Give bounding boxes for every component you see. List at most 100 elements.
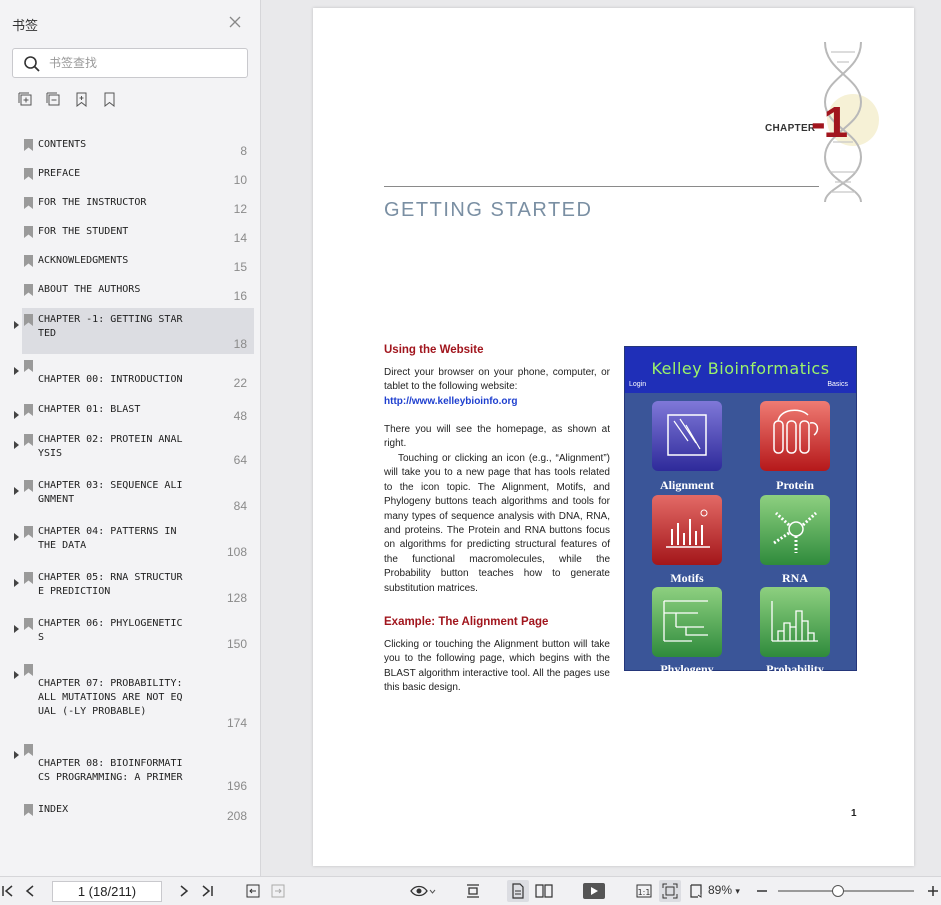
bookmark-item[interactable]: INDEX 208 bbox=[0, 798, 261, 824]
bookmark-item[interactable]: CHAPTER 06: PHYLOGENETIC S 150 bbox=[0, 612, 261, 654]
figure-title: Kelley Bioinformatics bbox=[651, 359, 830, 378]
next-page-icon[interactable] bbox=[176, 883, 192, 899]
search-icon bbox=[23, 55, 41, 73]
bookmark-icon bbox=[24, 525, 33, 538]
bookmark-page-number: 16 bbox=[233, 289, 247, 303]
rna-label: RNA bbox=[782, 571, 808, 585]
paragraph: Touching or clicking an icon (e.g., “Ali… bbox=[384, 453, 610, 594]
bookmark-label: CONTENTS bbox=[38, 139, 87, 150]
zoom-dropdown[interactable]: 89% ▾ bbox=[708, 883, 740, 897]
bookmark-icon bbox=[24, 225, 33, 238]
bookmark-page-number: 208 bbox=[226, 809, 247, 823]
bookmark-page-number: 84 bbox=[233, 499, 247, 513]
bookmark-page-number: 108 bbox=[226, 545, 247, 559]
bookmark-item[interactable]: CHAPTER 02: PROTEIN ANAL YSIS 64 bbox=[0, 428, 261, 470]
zoom-slider-handle[interactable] bbox=[832, 885, 844, 897]
bookmark-item[interactable]: CHAPTER 05: RNA STRUCTUR E PREDICTION 128 bbox=[0, 566, 261, 608]
close-icon[interactable] bbox=[228, 15, 244, 31]
bookmark-item[interactable]: FOR THE STUDENT 14 bbox=[0, 220, 261, 246]
single-page-icon[interactable] bbox=[510, 883, 526, 899]
page-number-input[interactable] bbox=[52, 881, 162, 902]
bookmark-item[interactable]: FOR THE INSTRUCTOR 12 bbox=[0, 191, 261, 217]
bookmark-label: INDEX bbox=[38, 804, 69, 815]
paragraph: Direct your browser on your phone, compu… bbox=[384, 366, 610, 409]
bookmark-icon bbox=[24, 479, 33, 492]
bookmark-icon bbox=[24, 571, 33, 584]
bookmark-icon[interactable] bbox=[102, 92, 117, 108]
bookmark-page-number: 128 bbox=[226, 591, 247, 605]
bookmark-item[interactable]: ABOUT THE AUTHORS 16 bbox=[0, 278, 261, 304]
expand-all-icon[interactable] bbox=[18, 92, 33, 107]
bookmark-item[interactable]: CHAPTER 08: BIOINFORMATI CS PROGRAMMING:… bbox=[0, 738, 261, 794]
panel-title: 书签 bbox=[12, 18, 39, 33]
bookmark-icon bbox=[24, 283, 33, 296]
add-bookmark-icon[interactable] bbox=[74, 92, 89, 108]
bookmark-label: CHAPTER 01: BLAST bbox=[38, 404, 141, 415]
bookmark-item[interactable]: CHAPTER 01: BLAST 48 bbox=[0, 398, 261, 426]
bookmark-item[interactable]: CHAPTER -1: GETTING STAR TED 18 bbox=[0, 308, 261, 354]
play-icon[interactable] bbox=[583, 883, 605, 899]
website-link[interactable]: http://www.kelleybioinfo.org bbox=[384, 396, 518, 407]
zoom-value: 89% bbox=[708, 883, 733, 897]
collapse-all-icon[interactable] bbox=[46, 92, 61, 107]
section-heading-website: Using the Website bbox=[384, 344, 484, 356]
bookmark-icon bbox=[24, 743, 33, 756]
actual-size-icon[interactable]: 1:1 bbox=[636, 883, 652, 899]
zoom-in-icon[interactable] bbox=[925, 883, 941, 899]
bookmark-icon bbox=[24, 254, 33, 267]
bookmark-item[interactable]: CHAPTER 00: INTRODUCTION 22 bbox=[0, 354, 261, 394]
bookmark-item[interactable]: CHAPTER 04: PATTERNS IN THE DATA 108 bbox=[0, 520, 261, 562]
bookmark-page-number: 10 bbox=[233, 173, 247, 187]
bookmark-label: CHAPTER 02: PROTEIN ANAL YSIS bbox=[38, 434, 183, 459]
bookmark-icon bbox=[24, 403, 33, 416]
alignment-label: Alignment bbox=[660, 478, 714, 492]
bookmark-page-number: 14 bbox=[233, 231, 247, 245]
previous-page-icon[interactable] bbox=[22, 883, 38, 899]
motifs-tile bbox=[652, 495, 722, 565]
expand-arrow-icon[interactable] bbox=[12, 620, 20, 633]
bookmark-item[interactable]: CONTENTS 8 bbox=[0, 133, 261, 159]
protein-tile bbox=[760, 401, 830, 471]
chevron-down-icon: ▾ bbox=[735, 886, 740, 896]
bookmark-item[interactable]: PREFACE 10 bbox=[0, 162, 261, 188]
paragraph: There you will see the homepage, as show… bbox=[384, 424, 610, 450]
bookmark-icon bbox=[24, 359, 33, 372]
expand-arrow-icon[interactable] bbox=[12, 316, 20, 329]
expand-arrow-icon[interactable] bbox=[12, 482, 20, 495]
bookmark-page-number: 22 bbox=[233, 376, 247, 390]
paragraph: Clicking or touching the Alignment butto… bbox=[384, 639, 610, 694]
phylogeny-label: Phylogeny bbox=[660, 662, 714, 676]
paragraph-text: Direct your browser on your phone, compu… bbox=[384, 367, 610, 393]
zoom-out-icon[interactable] bbox=[754, 883, 770, 899]
bookmark-page-number: 8 bbox=[240, 144, 247, 158]
eye-protection-icon[interactable] bbox=[410, 883, 436, 899]
first-page-icon[interactable] bbox=[0, 883, 16, 899]
two-page-icon[interactable] bbox=[535, 883, 553, 899]
rotate-view-icon[interactable] bbox=[688, 883, 704, 899]
fit-page-icon[interactable] bbox=[662, 883, 678, 899]
bookmark-icon bbox=[24, 196, 33, 209]
expand-arrow-icon[interactable] bbox=[12, 436, 20, 449]
expand-arrow-icon[interactable] bbox=[12, 666, 20, 679]
back-view-icon[interactable] bbox=[245, 883, 261, 899]
document-page: CHAPTER -1 GETTING STARTED Using the Web… bbox=[313, 8, 914, 866]
bookmark-item[interactable]: CHAPTER 07: PROBABILITY: ALL MUTATIONS A… bbox=[0, 658, 261, 734]
bookmark-item[interactable]: ACKNOWLEDGMENTS 15 bbox=[0, 249, 261, 275]
expand-arrow-icon[interactable] bbox=[12, 362, 20, 375]
expand-arrow-icon[interactable] bbox=[12, 528, 20, 541]
bookmark-search-box[interactable] bbox=[12, 48, 248, 78]
fit-width-icon[interactable] bbox=[465, 883, 481, 899]
zoom-slider-track[interactable] bbox=[778, 890, 914, 892]
chapter-title: GETTING STARTED bbox=[384, 199, 593, 221]
forward-view-icon[interactable] bbox=[270, 883, 286, 899]
last-page-icon[interactable] bbox=[199, 883, 215, 899]
bookmark-page-number: 12 bbox=[233, 202, 247, 216]
bookmark-search-input[interactable] bbox=[49, 54, 239, 72]
section-heading-alignment: Example: The Alignment Page bbox=[384, 616, 549, 628]
expand-arrow-icon[interactable] bbox=[12, 406, 20, 419]
expand-arrow-icon[interactable] bbox=[12, 574, 20, 587]
expand-arrow-icon[interactable] bbox=[12, 746, 20, 759]
protein-label: Protein bbox=[776, 478, 814, 492]
bookmark-icon bbox=[24, 138, 33, 151]
bookmark-item[interactable]: CHAPTER 03: SEQUENCE ALI GNMENT 84 bbox=[0, 474, 261, 516]
